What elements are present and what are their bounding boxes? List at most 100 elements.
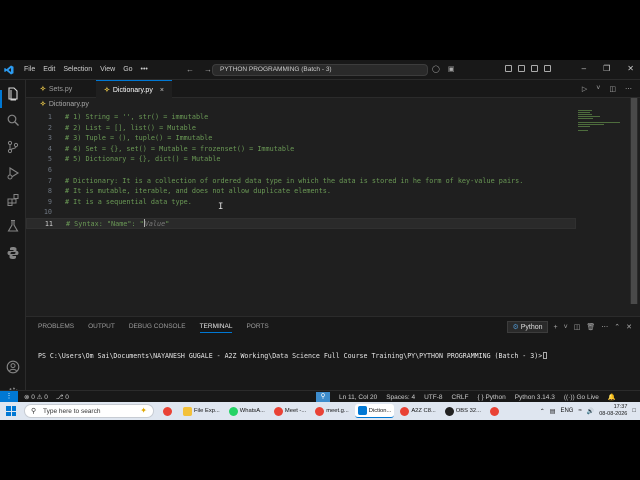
close-panel-icon[interactable]: ✕: [626, 323, 632, 331]
app-label: meet.g...: [326, 408, 349, 414]
extensions-icon[interactable]: [6, 193, 20, 207]
restore-icon[interactable]: ❐: [603, 64, 610, 73]
maximize-panel-icon[interactable]: ⌃: [614, 323, 620, 331]
code-line: 1 # 1) String = '', str() = immutable: [26, 112, 576, 123]
panel-more-icon[interactable]: ⋯: [601, 323, 608, 331]
line-number: 4: [47, 144, 52, 153]
wifi-icon[interactable]: ≈: [578, 408, 581, 414]
minimap-line: [578, 110, 592, 111]
taskbar-app-file-explorer[interactable]: File Exp...: [180, 404, 223, 418]
split-editor-icon[interactable]: ◫: [609, 85, 616, 93]
taskbar-search[interactable]: ⚲ Type here to search ✦: [24, 404, 154, 418]
testing-icon[interactable]: [6, 219, 20, 233]
toggle-sidebar-icon[interactable]: [505, 65, 512, 72]
menu-selection[interactable]: Selection: [63, 66, 92, 73]
app-label: Diction...: [368, 407, 392, 414]
split-terminal-icon[interactable]: ◫: [574, 323, 581, 331]
tab-terminal[interactable]: TERMINAL: [199, 323, 233, 333]
tab-sets-py[interactable]: ✧ Sets.py: [32, 80, 80, 98]
code-line: 9 # It is a sequential data type.: [26, 197, 576, 208]
line-endings[interactable]: CRLF: [452, 394, 469, 401]
clock[interactable]: 17:37 08-08-2026: [599, 404, 627, 418]
kill-terminal-icon[interactable]: 🗑: [586, 323, 595, 331]
terminal-dropdown-icon[interactable]: ˅: [564, 324, 568, 331]
cursor-position[interactable]: Ln 11, Col 20: [339, 394, 377, 401]
terminal-prompt[interactable]: PS C:\Users\Om Sai\Documents\NAYANESH GU…: [38, 352, 548, 360]
tab-problems[interactable]: PROBLEMS: [38, 323, 74, 333]
chat-icon[interactable]: ▣: [448, 65, 455, 73]
more-actions-icon[interactable]: ⋯: [625, 85, 632, 93]
network-icon[interactable]: ▤: [550, 408, 556, 415]
menu-edit[interactable]: Edit: [43, 66, 55, 73]
run-dropdown-chevron-icon[interactable]: ˅: [596, 85, 600, 93]
language-indicator[interactable]: ENG: [560, 408, 573, 414]
go-live-button[interactable]: ((·)) Go Live: [564, 394, 599, 401]
copilot-icon[interactable]: ◯: [432, 65, 440, 73]
taskbar-app-a2z[interactable]: A2Z C8...: [397, 404, 438, 418]
new-terminal-icon[interactable]: +: [554, 324, 558, 331]
comment-text: # 4) Set = {}, set() = Mutable = frozens…: [65, 144, 295, 153]
minimap-line: [578, 124, 604, 125]
breadcrumb[interactable]: ✧ Dictionary.py: [40, 100, 89, 108]
zoom-icon[interactable]: ⚲: [316, 392, 330, 402]
explorer-icon[interactable]: [6, 87, 20, 101]
notifications-bell-icon[interactable]: 🔔: [608, 393, 616, 401]
minimap[interactable]: [578, 108, 628, 138]
placeholder-value: Value: [144, 220, 166, 228]
python-interpreter[interactable]: Python 3.14.3: [515, 394, 555, 401]
back-arrow-icon[interactable]: ←: [186, 65, 194, 74]
volume-icon[interactable]: 🔊: [587, 408, 594, 415]
taskbar-app-other[interactable]: [487, 404, 504, 418]
tab-debug-console[interactable]: DEBUG CONSOLE: [129, 323, 186, 333]
toggle-panel-icon[interactable]: [518, 65, 525, 72]
language-mode[interactable]: { } Python: [478, 394, 506, 401]
tab-dictionary-py[interactable]: ✧ Dictionary.py ×: [96, 80, 172, 98]
terminal-cursor: [543, 352, 548, 359]
code-editor[interactable]: 1 # 1) String = '', str() = immutable 2 # …: [26, 112, 576, 312]
breadcrumb-file: Dictionary.py: [48, 101, 89, 108]
taskbar-app-vscode[interactable]: Diction...: [354, 404, 395, 418]
windows-start-icon[interactable]: [6, 406, 16, 416]
minimap-line: [578, 116, 600, 117]
minimize-icon[interactable]: –: [582, 64, 586, 73]
code-line: 10: [26, 207, 576, 218]
taskbar-app-whatsapp[interactable]: WhatsA...: [226, 404, 268, 418]
terminal-prompt-text: PS C:\Users\Om Sai\Documents\NAYANESH GU…: [38, 352, 543, 360]
close-tab-icon[interactable]: ×: [160, 87, 164, 94]
close-window-icon[interactable]: ✕: [627, 64, 634, 73]
menu-more[interactable]: •••: [141, 66, 148, 73]
taskbar-app-meet[interactable]: Meet -...: [271, 404, 309, 418]
ports-count[interactable]: ⎇ 0: [56, 393, 69, 401]
run-debug-icon[interactable]: [6, 166, 20, 180]
run-python-file-icon[interactable]: ▷: [582, 85, 587, 93]
taskbar-app-meet-g[interactable]: meet.g...: [312, 404, 352, 418]
python-icon[interactable]: [6, 246, 20, 260]
remote-indicator-icon[interactable]: ⋮: [0, 391, 18, 402]
account-icon[interactable]: [6, 360, 20, 374]
toggle-secondary-sidebar-icon[interactable]: [531, 65, 538, 72]
activity-bar: [0, 80, 26, 410]
notification-center-icon[interactable]: □: [632, 408, 636, 414]
indentation[interactable]: Spaces: 4: [386, 394, 415, 401]
menu-view[interactable]: View: [100, 66, 115, 73]
editor-scrollbar[interactable]: [630, 98, 638, 304]
menu-file[interactable]: File: [24, 66, 35, 73]
menu-go[interactable]: Go: [123, 66, 132, 73]
search-placeholder: Type here to search: [43, 408, 101, 415]
tab-ports[interactable]: PORTS: [246, 323, 268, 333]
scrollbar-thumb[interactable]: [631, 98, 637, 304]
source-control-icon[interactable]: [6, 140, 20, 154]
file-encoding[interactable]: UTF-8: [424, 394, 442, 401]
forward-arrow-icon[interactable]: →: [204, 65, 212, 74]
problems-count[interactable]: ⊗ 0 ⚠ 0: [24, 393, 48, 401]
tab-output[interactable]: OUTPUT: [88, 323, 115, 333]
terminal-selector[interactable]: ⚙ Python: [507, 321, 548, 333]
tray-overflow-icon[interactable]: ⌃: [540, 408, 545, 415]
command-center[interactable]: PYTHON PROGRAMMING (Batch - 3): [212, 64, 428, 76]
customize-layout-icon[interactable]: [544, 65, 551, 72]
clock-date: 08-08-2026: [599, 411, 628, 417]
taskbar-app-chrome[interactable]: [160, 404, 177, 418]
taskbar-app-obs[interactable]: OBS 32...: [442, 404, 484, 418]
search-icon[interactable]: [6, 113, 20, 127]
minimap-line: [578, 118, 593, 119]
